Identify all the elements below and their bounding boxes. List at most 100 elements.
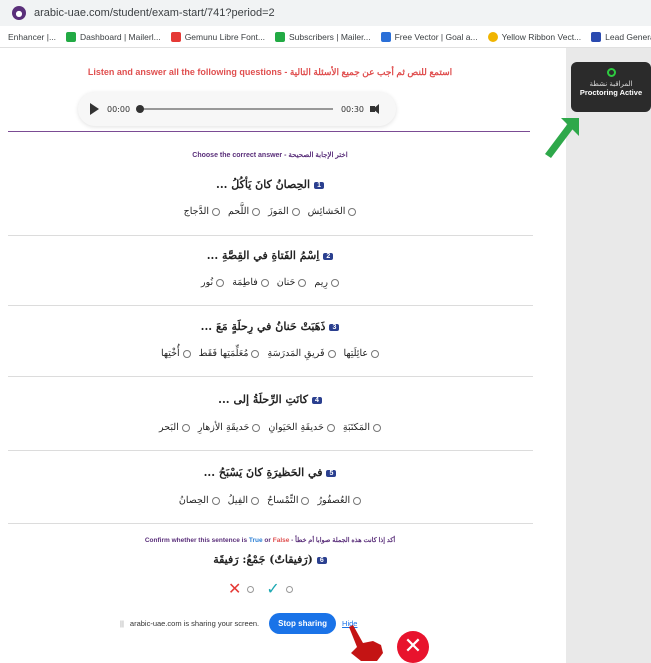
answer-option[interactable]: اللَّحم (228, 206, 261, 217)
green-arrow-icon (545, 118, 579, 158)
true-false-options: ✕ ✓ (228, 581, 293, 597)
answer-option[interactable]: مُعَلِّمَتِها فَقَط (199, 348, 260, 359)
bookmark-item[interactable]: Gemunu Libre Font... (170, 31, 265, 42)
proctoring-status-icon (606, 68, 616, 77)
answer-options: المَكتَبَةِ حَديقَةِ الحَيَوانِ حَديقَةِ… (0, 422, 540, 433)
answer-option[interactable]: المَوزَ (268, 206, 300, 217)
drag-handle-icon[interactable]: || (120, 619, 124, 628)
bookmark-item[interactable]: Enhancer |... (0, 31, 56, 42)
question-title: 6(رَفيقاتٌ) جَمْعُ: رَفيقَة (0, 553, 540, 566)
answer-option[interactable]: رِيم (314, 277, 339, 288)
radio-button[interactable] (348, 207, 357, 216)
answer-option[interactable]: الدَّجاج (184, 206, 220, 217)
question-number: 4 (311, 396, 322, 404)
radio-button[interactable] (182, 349, 191, 358)
answer-option[interactable]: حَديقَةِ الأزهارِ (198, 422, 261, 433)
radio-button[interactable] (291, 207, 300, 216)
divider (8, 131, 530, 132)
answer-option[interactable]: البَحر (159, 422, 190, 433)
answer-option[interactable]: الحَشائِش (308, 206, 357, 217)
answer-option[interactable]: الحِصانُ (179, 495, 220, 506)
radio-button[interactable] (260, 278, 269, 287)
radio-button[interactable] (216, 278, 225, 287)
radio-button[interactable] (298, 278, 307, 287)
question-number: 3 (329, 323, 340, 331)
answer-option[interactable]: العُصفُورُ (317, 495, 362, 506)
question-divider (8, 523, 533, 524)
false-radio-button[interactable] (247, 585, 255, 593)
answer-options: عائِلَتِها فَريقِ المَدرَسَةِ مُعَلِّمَت… (0, 348, 540, 359)
stop-sharing-button[interactable]: Stop sharing (269, 613, 337, 634)
radio-button[interactable] (326, 423, 335, 432)
proctoring-label-en: Proctoring Active (579, 88, 643, 97)
bookmark-item[interactable]: Subscribers | Mailer... (275, 31, 371, 42)
answer-option[interactable]: أُخْتِها (161, 348, 191, 359)
false-x-icon[interactable]: ✕ (228, 581, 241, 597)
screen-share-bar: || arabic-uae.com is sharing your screen… (120, 613, 357, 634)
question-title: 5في الحَظيرَةِ كانَ يَسْبَحُ ... (0, 466, 540, 479)
answer-option[interactable]: حَديقَةِ الحَيَوانِ (268, 422, 335, 433)
bookmark-icon (66, 31, 77, 42)
answer-option[interactable]: عائِلَتِها (344, 348, 380, 359)
radio-button[interactable] (327, 349, 336, 358)
radio-button[interactable] (211, 496, 220, 505)
question-divider (8, 235, 533, 236)
audio-player: 00:00 00:30 (78, 92, 396, 126)
bookmark-item[interactable]: Lead Generati (591, 31, 651, 42)
true-radio-button[interactable] (285, 585, 293, 593)
bookmark-icon (380, 31, 391, 42)
address-bar[interactable]: ● arabic-uae.com/student/exam-start/741?… (0, 0, 651, 26)
answer-option[interactable]: فاطِمَة (232, 277, 269, 288)
question-title: 2اِسْمُ الفَتاةِ في القِصَّةِ ... (0, 249, 540, 262)
bookmark-item[interactable]: Yellow Ribbon Vect... (487, 31, 581, 42)
play-icon[interactable] (90, 103, 99, 115)
exam-content: Listen and answer all the following ques… (0, 48, 566, 663)
radio-button[interactable] (252, 423, 261, 432)
radio-button[interactable] (251, 349, 260, 358)
answer-options: رِيم حَنان فاطِمَة نُور (0, 277, 540, 288)
answer-options: الحَشائِش المَوزَ اللَّحم الدَّجاج (0, 206, 540, 217)
slider-thumb[interactable] (136, 105, 145, 113)
question-divider (8, 450, 533, 451)
radio-button[interactable] (251, 496, 260, 505)
bookmark-item[interactable]: Free Vector | Goal a... (380, 31, 478, 42)
audio-progress-slider[interactable] (136, 105, 333, 113)
radio-button[interactable] (301, 496, 310, 505)
answer-option[interactable]: المَكتَبَةِ (343, 422, 381, 433)
question-title: 1الحِصانُ كانَ يَأكُلُ ... (0, 178, 540, 191)
url-text[interactable]: arabic-uae.com/student/exam-start/741?pe… (34, 7, 275, 19)
answer-option[interactable]: نُور (201, 277, 225, 288)
audio-current-time: 00:00 (107, 104, 131, 114)
radio-button[interactable] (252, 207, 261, 216)
bookmark-item[interactable]: Dashboard | Mailerl... (66, 31, 161, 42)
answer-option[interactable]: الفِيلُ (228, 495, 260, 506)
radio-button[interactable] (371, 349, 380, 358)
answer-option[interactable]: فَريقِ المَدرَسَةِ (267, 348, 336, 359)
volume-icon[interactable] (370, 104, 384, 114)
bookmark-icon (487, 31, 498, 42)
question-title: 4كانَتِ الرِّحلَةُ إلى ... (0, 393, 540, 406)
true-check-icon[interactable]: ✓ (266, 581, 279, 597)
radio-button[interactable] (181, 423, 190, 432)
close-x-icon: ✕ (397, 631, 429, 663)
bookmarks-bar: Enhancer |... Dashboard | Mailerl... Gem… (0, 26, 651, 48)
bookmark-icon (591, 31, 602, 42)
share-message: arabic-uae.com is sharing your screen. (129, 619, 260, 628)
radio-button[interactable] (330, 278, 339, 287)
question-number: 6 (316, 556, 327, 564)
radio-button[interactable] (372, 423, 381, 432)
answer-option[interactable]: التِّمْساحُ (267, 495, 310, 506)
radio-button[interactable] (353, 496, 362, 505)
answer-option[interactable]: حَنان (277, 277, 307, 288)
radio-button[interactable] (211, 207, 220, 216)
bookmark-icon (275, 31, 286, 42)
question-divider (8, 305, 533, 306)
proctoring-badge: المراقبة نشطة Proctoring Active (571, 62, 651, 112)
question-number: 5 (326, 469, 337, 477)
question-divider (8, 376, 533, 377)
audio-duration: 00:30 (340, 104, 364, 114)
question-number: 1 (314, 181, 324, 189)
proctoring-label-ar: المراقبة نشطة (589, 80, 633, 88)
site-favicon-icon: ● (12, 6, 26, 20)
listen-instruction: Listen and answer all the following ques… (87, 67, 453, 77)
